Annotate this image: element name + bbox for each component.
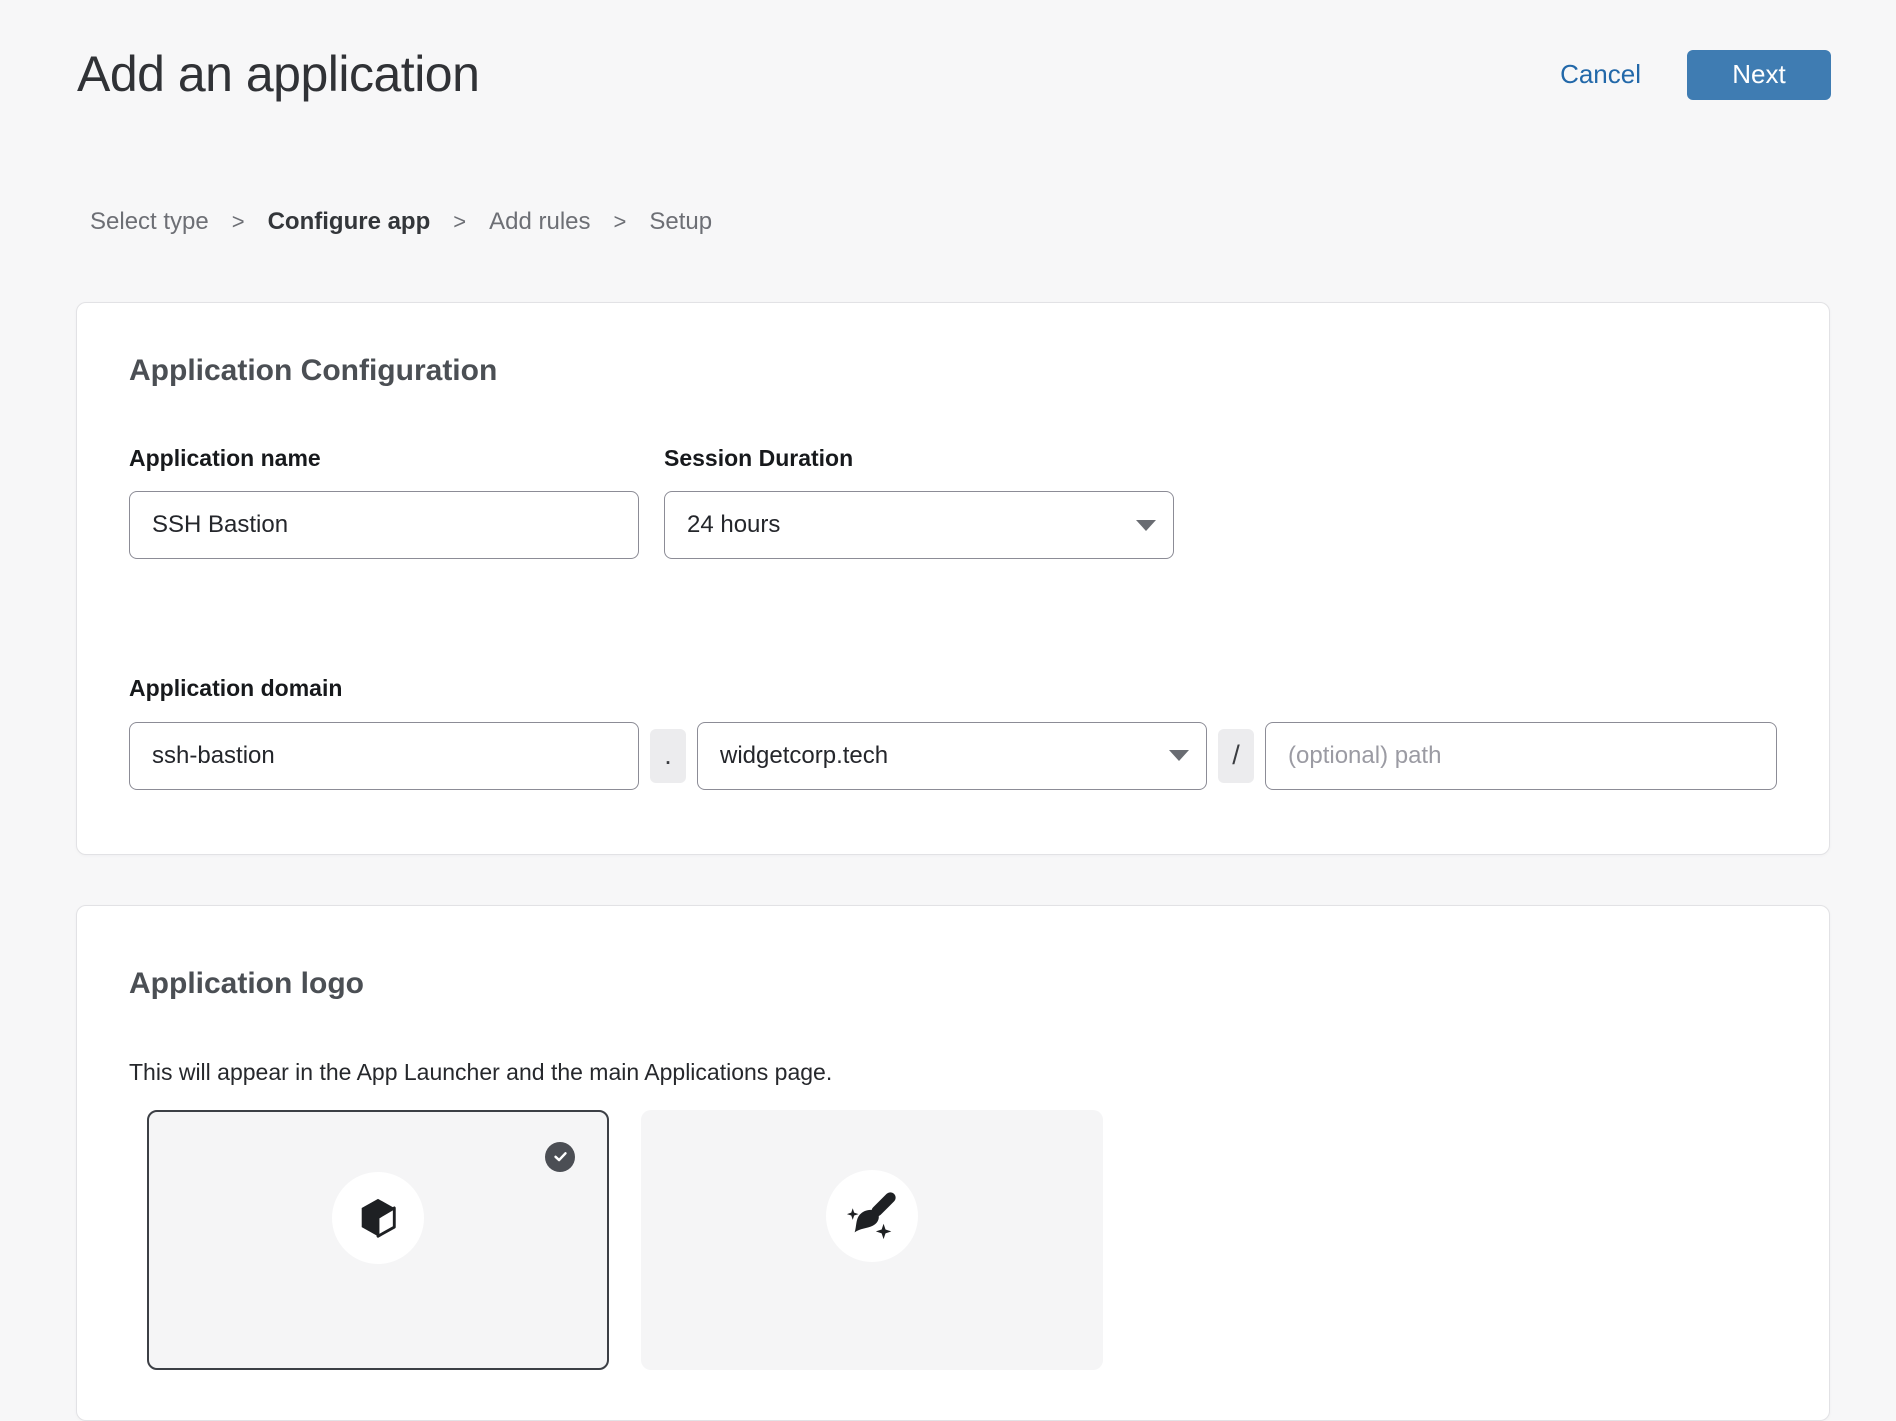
application-name-input[interactable] (129, 491, 639, 559)
slash-separator: / (1218, 729, 1254, 783)
logo-card-title: Application logo (129, 966, 1777, 1002)
chevron-down-icon (1135, 519, 1157, 532)
selected-check-badge (545, 1142, 575, 1172)
session-duration-value: 24 hours (687, 511, 780, 539)
header-actions: Cancel Next (1560, 50, 1831, 100)
breadcrumb-step-add-rules[interactable]: Add rules (489, 208, 590, 236)
breadcrumb: Select type > Configure app > Add rules … (90, 208, 1896, 236)
cube-icon (332, 1172, 424, 1264)
logo-description: This will appear in the App Launcher and… (129, 1058, 1777, 1088)
chevron-down-icon (1168, 749, 1190, 762)
breadcrumb-step-setup[interactable]: Setup (649, 208, 712, 236)
page-title: Add an application (77, 46, 479, 104)
application-name-label: Application name (129, 445, 639, 473)
application-domain-label: Application domain (129, 675, 1777, 703)
breadcrumb-step-select-type[interactable]: Select type (90, 208, 209, 236)
config-card-title: Application Configuration (129, 353, 1777, 389)
dot-separator: . (650, 729, 686, 783)
application-configuration-card: Application Configuration Application na… (76, 302, 1830, 855)
domain-select[interactable]: widgetcorp.tech (697, 722, 1207, 790)
logo-option-custom[interactable] (641, 1110, 1103, 1370)
session-duration-select[interactable]: 24 hours (664, 491, 1174, 559)
breadcrumb-step-configure-app: Configure app (268, 208, 431, 236)
logo-options (147, 1110, 1777, 1370)
application-domain-row: . widgetcorp.tech / (129, 722, 1777, 790)
breadcrumb-separator: > (614, 209, 627, 235)
subdomain-input[interactable] (129, 722, 639, 790)
application-name-field: Application name (129, 445, 639, 560)
check-icon (552, 1148, 569, 1165)
application-logo-card: Application logo This will appear in the… (76, 905, 1830, 1421)
paintbrush-icon (826, 1170, 918, 1262)
next-button[interactable]: Next (1687, 50, 1831, 100)
session-duration-field: Session Duration 24 hours (664, 445, 1174, 560)
application-domain-field: Application domain . widgetcorp.tech / (129, 675, 1777, 790)
logo-option-default[interactable] (147, 1110, 609, 1370)
domain-select-value: widgetcorp.tech (720, 742, 888, 770)
breadcrumb-separator: > (232, 209, 245, 235)
session-duration-label: Session Duration (664, 445, 1174, 473)
page-header: Add an application Cancel Next (0, 0, 1896, 104)
breadcrumb-separator: > (453, 209, 466, 235)
cancel-button[interactable]: Cancel (1560, 59, 1641, 90)
name-duration-row: Application name Session Duration 24 hou… (129, 445, 1777, 560)
path-input[interactable] (1265, 722, 1777, 790)
